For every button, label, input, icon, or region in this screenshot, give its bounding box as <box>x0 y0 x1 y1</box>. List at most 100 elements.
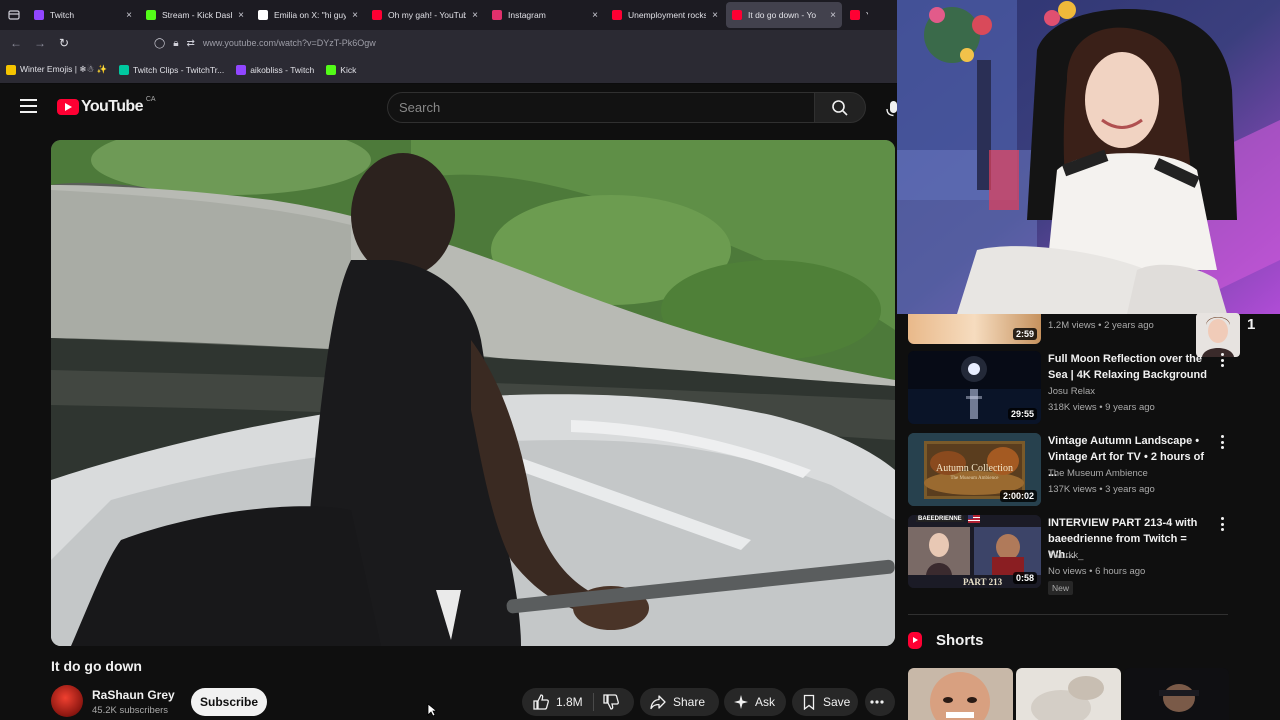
sidebar-video[interactable]: 29:55 Full Moon Reflection over the Sea … <box>908 351 1238 424</box>
section-divider <box>908 614 1228 615</box>
browser-tab[interactable]: Oh my gah! - YouTube × <box>366 2 484 28</box>
microphone-icon[interactable] <box>880 94 897 122</box>
more-vert-icon[interactable] <box>1218 517 1226 531</box>
short-thumbnail[interactable] <box>908 668 1013 720</box>
browser-tab[interactable]: Unemployment rocks # × <box>606 2 724 28</box>
tab-favicon-icon <box>258 10 268 20</box>
share-button[interactable]: Share <box>640 688 719 716</box>
permissions-icon[interactable]: ⇄ <box>187 38 195 49</box>
video-thumbnail[interactable]: BAEEDRIENNE PART 213 0:58 <box>908 515 1041 588</box>
channel-name[interactable]: RaShaun Grey <box>92 688 175 702</box>
tab-close-icon[interactable]: × <box>592 10 598 21</box>
tab-label: Twitch <box>50 10 75 20</box>
browser-tab[interactable]: Twitch × <box>28 2 138 28</box>
webcam-image <box>897 0 1280 314</box>
more-vert-icon[interactable] <box>1218 353 1226 367</box>
reload-icon[interactable]: ↻ <box>52 36 76 50</box>
search-icon <box>832 99 848 116</box>
video-meta: 137K views • 3 years ago <box>1048 484 1155 495</box>
rank-number: 1 <box>1247 316 1256 333</box>
video-meta: 318K views • 9 years ago <box>1048 402 1155 413</box>
shield-icon[interactable]: ◯ <box>154 38 165 49</box>
tab-close-icon[interactable]: × <box>472 10 478 21</box>
tab-close-icon[interactable]: × <box>712 10 718 21</box>
more-actions-button[interactable] <box>865 688 895 716</box>
forward-icon[interactable]: → <box>28 36 52 50</box>
lock-icon[interactable]: 🔒︎ <box>173 38 178 49</box>
sparkle-icon <box>734 695 748 709</box>
bookmark-label: Twitch Clips - TwitchTr... <box>133 64 225 75</box>
bookmark-favicon-icon <box>326 64 337 75</box>
youtube-logo[interactable]: YouTube CA <box>57 96 156 116</box>
browser-tab[interactable]: Stream - Kick Dash × <box>140 2 250 28</box>
dislike-button[interactable] <box>594 693 626 711</box>
shorts-icon <box>908 632 922 649</box>
menu-icon[interactable] <box>20 99 37 113</box>
tab-favicon-icon <box>612 10 622 20</box>
mouse-cursor-icon <box>427 703 438 720</box>
bookmark-favicon-icon <box>6 64 16 75</box>
short-thumbnail[interactable] <box>1124 668 1229 720</box>
address-bar[interactable]: ◯ 🔒︎ ⇄ www.youtube.com/watch?v=DYzT-Pk6O… <box>154 33 897 53</box>
search-input[interactable]: Search <box>387 92 814 123</box>
save-label: Save <box>823 695 851 709</box>
more-horizontal-icon <box>870 700 884 704</box>
tab-close-icon[interactable]: × <box>830 10 836 21</box>
tab-close-icon[interactable]: × <box>352 10 358 21</box>
channel-avatar[interactable] <box>51 685 83 717</box>
browser-tab[interactable]: It do go down - Yo × <box>726 2 842 28</box>
video-title[interactable]: Full Moon Reflection over the Sea | 4K R… <box>1048 351 1216 383</box>
ask-button[interactable]: Ask <box>724 688 786 716</box>
tab-close-icon[interactable]: × <box>126 10 132 21</box>
video-thumbnail[interactable]: 29:55 <box>908 351 1041 424</box>
bookmark-icon <box>803 694 815 710</box>
bookmark-favicon-icon <box>119 64 130 75</box>
browser-tab[interactable]: Yo <box>844 2 874 28</box>
title-line: Vintage Autumn Landscape • <box>1048 435 1200 447</box>
like-button[interactable]: 1.8M <box>522 688 583 716</box>
browser-tab[interactable]: Instagram × <box>486 2 604 28</box>
video-frame <box>51 140 895 646</box>
channel-name[interactable]: Josu Relax <box>1048 386 1095 397</box>
sidebar-video[interactable]: BAEEDRIENNE PART 213 0:58 INTERVIEW PART… <box>908 515 1238 595</box>
title-line: INTERVIEW PART 213-4 with <box>1048 517 1198 529</box>
bookmark-item[interactable]: Winter Emojis | ❄☃ ✨ <box>6 64 107 75</box>
tab-close-icon[interactable]: × <box>238 10 244 21</box>
bookmark-favicon-icon <box>236 64 247 75</box>
channel-name[interactable]: The Museum Ambience <box>1048 468 1148 479</box>
shorts-header: Shorts <box>908 632 984 649</box>
subscriber-count: 45.2K subscribers <box>92 705 169 716</box>
back-icon[interactable]: ← <box>4 36 28 50</box>
thumbs-up-icon <box>533 694 549 710</box>
video-meta: 1.2M views • 2 years ago <box>1048 320 1154 331</box>
like-count: 1.8M <box>556 695 583 709</box>
tab-list-icon[interactable] <box>0 0 28 30</box>
tab-favicon-icon <box>146 10 156 20</box>
bookmark-item[interactable]: Twitch Clips - TwitchTr... <box>119 64 225 75</box>
tab-favicon-icon <box>34 10 44 20</box>
share-icon <box>650 695 666 710</box>
save-button[interactable]: Save <box>792 688 858 716</box>
url-text[interactable]: www.youtube.com/watch?v=DYzT-Pk6Ogw <box>203 38 376 48</box>
short-thumbnail[interactable] <box>1016 668 1121 720</box>
search-button[interactable] <box>814 92 866 123</box>
video-duration: 2:00:02 <box>999 490 1037 502</box>
thumb-subcaption: The Museum Ambience <box>950 476 999 481</box>
video-thumbnail[interactable]: Autumn Collection The Museum Ambience 2:… <box>908 433 1041 506</box>
bookmark-item[interactable]: aikobliss - Twitch <box>236 64 314 75</box>
sidebar-video[interactable]: Autumn Collection The Museum Ambience 2:… <box>908 433 1238 506</box>
thumb-caption: Autumn Collection <box>936 463 1013 474</box>
ask-label: Ask <box>755 695 776 709</box>
video-meta: No views • 6 hours ago <box>1048 566 1146 577</box>
video-thumbnail[interactable]: 2:59 <box>908 314 1041 344</box>
bookmark-item[interactable]: Kick <box>326 64 356 75</box>
thumbs-down-icon <box>603 694 619 710</box>
video-player[interactable] <box>51 140 895 646</box>
more-vert-icon[interactable] <box>1218 435 1226 449</box>
subscribe-button[interactable]: Subscribe <box>191 688 267 716</box>
tab-label: Yo <box>866 10 868 20</box>
tab-favicon-icon <box>372 10 382 20</box>
channel-name[interactable]: Twurkk_ <box>1048 550 1083 561</box>
browser-tab[interactable]: Emilia on X: "hi guys, th × <box>252 2 364 28</box>
video-duration: 2:59 <box>1012 328 1037 340</box>
